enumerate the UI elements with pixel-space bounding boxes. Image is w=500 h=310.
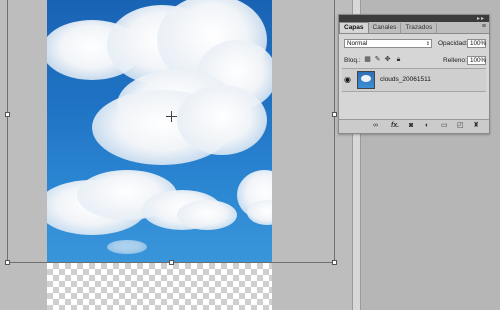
- fill-value: 100%: [470, 57, 487, 64]
- lock-image-pixels-icon[interactable]: ✎: [374, 56, 381, 63]
- lock-fill-row: Bloq.: ▦ ✎ ✥ 🔒︎ Relleno: 100%: [339, 54, 489, 67]
- transform-handle-bottom-left[interactable]: [5, 260, 10, 265]
- layer-thumbnail: [357, 71, 375, 89]
- lock-label: Bloq.:: [344, 57, 361, 64]
- cloud-image: [47, 0, 272, 263]
- panel-menu-icon[interactable]: ≡: [482, 23, 486, 30]
- lock-position-icon[interactable]: ✥: [384, 56, 391, 63]
- transform-handle-bottom-right[interactable]: [332, 260, 337, 265]
- blend-mode-select[interactable]: Normal ⇕: [344, 39, 432, 48]
- transform-reference-point-icon[interactable]: [166, 111, 177, 122]
- transform-handle-middle-right[interactable]: [332, 112, 337, 117]
- layers-panel: ▸▸ Capas Canales Trazados ≡ Normal ⇕ Opa…: [338, 14, 490, 134]
- lock-transparent-pixels-icon[interactable]: ▦: [364, 56, 371, 63]
- canvas-workspace[interactable]: [0, 0, 352, 310]
- opacity-input[interactable]: 100%: [467, 39, 486, 48]
- lock-all-icon[interactable]: 🔒︎: [395, 56, 402, 63]
- eye-visibility-icon[interactable]: ◉: [344, 75, 353, 84]
- panel-title-bar[interactable]: ▸▸: [339, 15, 489, 22]
- mask-icon[interactable]: ◙: [409, 122, 413, 130]
- fx-icon[interactable]: fx.: [391, 122, 399, 130]
- layer-row[interactable]: ◉ clouds_20061511: [342, 68, 486, 92]
- layer-name: clouds_20061511: [380, 76, 431, 83]
- fill-label: Relleno:: [443, 57, 467, 64]
- tab-canales[interactable]: Canales: [369, 23, 402, 33]
- layers-panel-toolbar: ∞ fx. ◙ ◐ ▭ ◰ ♜: [339, 119, 489, 133]
- opacity-label: Opacidad:: [438, 40, 468, 47]
- chevron-updown-icon: ⇕: [425, 41, 430, 47]
- trash-icon[interactable]: ♜: [473, 122, 479, 130]
- tab-trazados[interactable]: Trazados: [401, 23, 438, 33]
- tab-capas[interactable]: Capas: [339, 22, 369, 33]
- transparent-area: [47, 263, 272, 310]
- group-folder-icon[interactable]: ▭: [441, 122, 448, 130]
- document-canvas[interactable]: [47, 0, 272, 310]
- fill-input[interactable]: 100%: [467, 56, 486, 65]
- blend-mode-value: Normal: [347, 40, 368, 47]
- adjustment-icon[interactable]: ◐: [425, 122, 429, 130]
- panel-tabs: Capas Canales Trazados ≡: [339, 22, 489, 34]
- opacity-value: 100%: [470, 40, 487, 47]
- blend-opacity-row: Normal ⇕ Opacidad: 100%: [339, 37, 489, 50]
- transform-handle-middle-left[interactable]: [5, 112, 10, 117]
- link-icon[interactable]: ∞: [373, 122, 378, 130]
- new-layer-icon[interactable]: ◰: [457, 122, 464, 130]
